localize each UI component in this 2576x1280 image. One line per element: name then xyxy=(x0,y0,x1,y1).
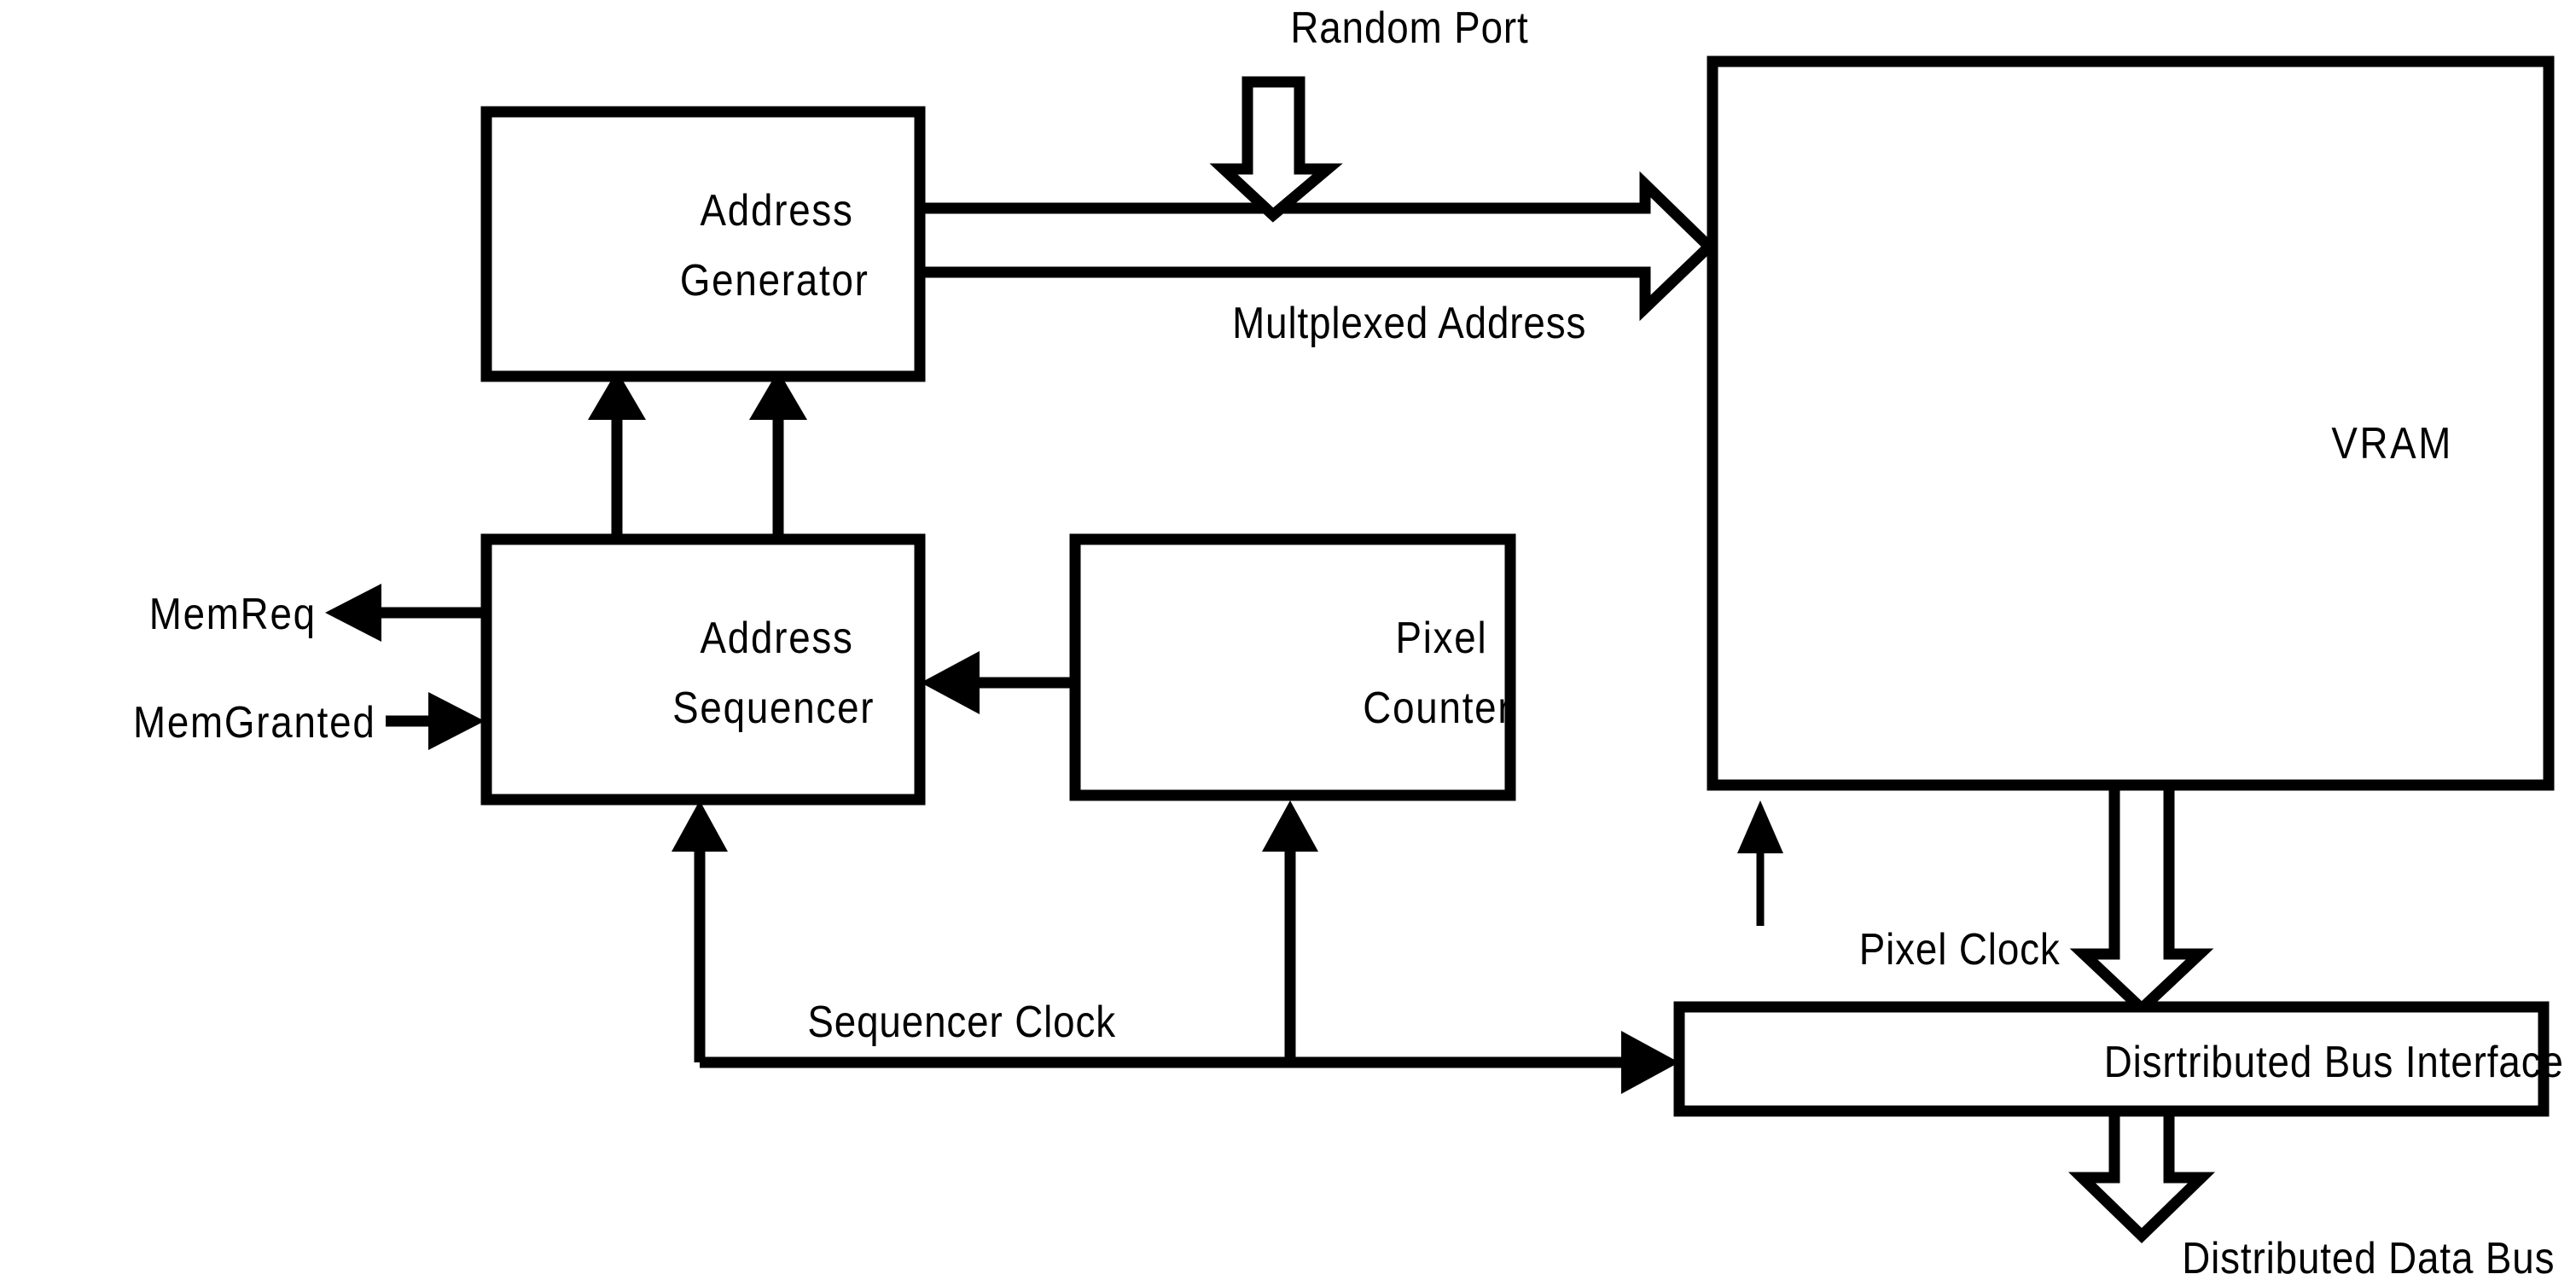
address-sequencer-label-line2: Sequencer xyxy=(672,684,875,732)
address-generator-label-line1: Address xyxy=(701,186,854,235)
pixel-counter-label-line2: Counter xyxy=(1363,684,1512,732)
vram-label: VRAM xyxy=(2331,419,2453,468)
block-diagram-canvas: Address Generator Address Sequencer Pixe… xyxy=(0,0,2576,1280)
sequencer-to-generator-arrow-right xyxy=(749,370,807,539)
sequencer-to-generator-arrow-left xyxy=(588,370,646,539)
mem-granted-label: MemGranted xyxy=(133,698,376,747)
address-sequencer-box[interactable] xyxy=(480,533,926,806)
multiplexed-address-label: Multplexed Address xyxy=(1232,299,1586,347)
pixel-counter-box[interactable] xyxy=(1069,533,1516,801)
bus-interface-label: Disrtributed Bus Interface xyxy=(2104,1038,2564,1086)
diagram-svg: Address Generator Address Sequencer Pixe… xyxy=(133,3,2564,1280)
mem-granted-arrow xyxy=(386,692,485,750)
pixel-counter-label-line1: Pixel xyxy=(1395,614,1487,662)
pixel-clock-arrow xyxy=(1737,800,1783,926)
mem-req-arrow xyxy=(325,584,485,642)
address-generator-label-line2: Generator xyxy=(680,256,869,305)
sequencer-clock-bus xyxy=(672,800,1679,1094)
pixel-counter-to-sequencer-arrow xyxy=(921,651,1073,714)
address-sequencer-label-line1: Address xyxy=(701,614,854,662)
vram-to-bus-interface-arrow xyxy=(2069,779,2214,1016)
random-port-arrow xyxy=(1209,76,1343,223)
multiplexed-address-block-arrow xyxy=(911,171,1718,322)
distributed-data-bus-label: Distributed Data Bus xyxy=(2182,1234,2555,1280)
address-generator-box[interactable] xyxy=(480,106,926,382)
pixel-clock-label: Pixel Clock xyxy=(1859,925,2061,974)
mem-req-label: MemReq xyxy=(149,590,317,638)
random-port-label: Random Port xyxy=(1290,3,1528,52)
sequencer-clock-label: Sequencer Clock xyxy=(807,998,1116,1046)
distributed-data-bus-arrow xyxy=(2067,1105,2216,1244)
